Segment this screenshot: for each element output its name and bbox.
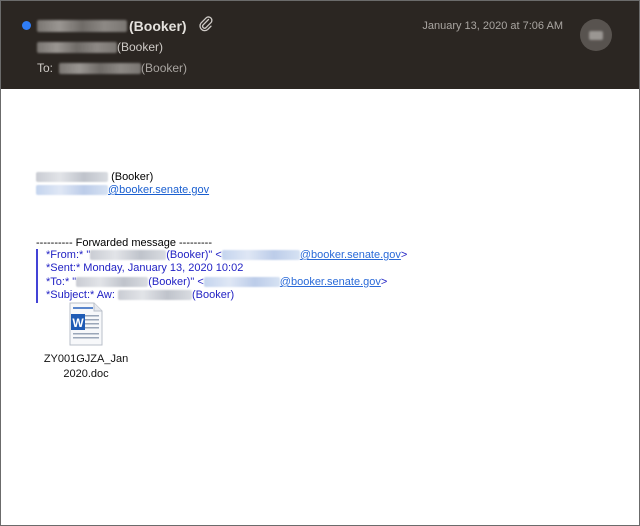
- forwarded-message-header: ---------- Forwarded message ---------: [36, 237, 212, 249]
- redacted-quoted-to-name: [76, 276, 149, 287]
- quoted-from-email-link[interactable]: @booker.senate.gov: [300, 249, 401, 261]
- redacted-sender-name: [37, 20, 127, 32]
- attachment-filename-line2: 2020.doc: [63, 368, 109, 380]
- sender-name[interactable]: (Booker): [129, 18, 187, 34]
- signature-name: (Booker): [111, 171, 154, 183]
- message-header: (Booker) January 13, 2020 at 7:06 AM (Bo…: [1, 1, 639, 89]
- from-row: (Booker): [37, 39, 163, 55]
- signature-email-link[interactable]: @booker.senate.gov: [108, 184, 209, 196]
- from-name[interactable]: (Booker): [117, 40, 163, 54]
- redacted-signature-name: [36, 172, 108, 183]
- quoted-sent-value: Monday, January 13, 2020 10:02: [80, 262, 244, 275]
- paperclip-icon[interactable]: [198, 15, 214, 33]
- redacted-quoted-to-email: [203, 276, 280, 287]
- quoted-sent-line: *Sent:* Monday, January 13, 2020 10:02: [46, 262, 407, 275]
- attachment-filename[interactable]: ZY001GJZA_Jan 2020.doc: [41, 352, 131, 382]
- quoted-subject-suffix: (Booker): [191, 289, 235, 302]
- to-name[interactable]: (Booker): [141, 61, 187, 75]
- redacted-quoted-from-email: [221, 250, 300, 261]
- quoted-from-name: (Booker)" <: [166, 249, 222, 261]
- word-document-icon[interactable]: W: [69, 302, 103, 346]
- quoted-subject-label: *Subject:*: [46, 289, 95, 302]
- quoted-sent-label: *Sent:*: [46, 262, 81, 275]
- redacted-from-name: [37, 41, 117, 53]
- signature-name-line: (Booker): [36, 171, 209, 184]
- mail-message-window: (Booker) January 13, 2020 at 7:06 AM (Bo…: [0, 0, 640, 526]
- quoted-subject-prefix: Aw:: [94, 289, 118, 302]
- signature-block: (Booker) @booker.senate.gov: [36, 171, 209, 197]
- message-body: (Booker) @booker.senate.gov ---------- F…: [1, 89, 639, 525]
- redacted-quoted-from-name: [90, 250, 167, 261]
- quoted-to-label: *To:*: [46, 275, 70, 288]
- quoted-from-close: >: [400, 249, 408, 261]
- redacted-avatar-initials: [589, 31, 603, 40]
- quoted-to-email-link[interactable]: @booker.senate.gov: [280, 276, 381, 288]
- signature-email-line: @booker.senate.gov: [36, 184, 209, 197]
- redacted-quoted-subject-name: [117, 290, 192, 301]
- quoted-from-open: ": [83, 249, 91, 261]
- to-row: To: (Booker): [37, 60, 187, 76]
- quoted-headers: *From:* " (Booker)" < @booker.senate.gov> …: [36, 249, 407, 303]
- to-label: To:: [37, 61, 54, 75]
- attachment-filename-line1: ZY001GJZA_Jan: [43, 353, 129, 365]
- quoted-to-open: ": [69, 275, 77, 288]
- sender-row: (Booker): [37, 17, 187, 35]
- redacted-signature-email: [36, 185, 108, 196]
- svg-text:W: W: [72, 316, 84, 330]
- quoted-subject-line: *Subject:* Aw: (Booker): [46, 289, 407, 302]
- quoted-from-line: *From:* " (Booker)" < @booker.senate.gov>: [46, 249, 407, 262]
- quoted-to-close: >: [380, 275, 388, 288]
- unread-indicator-icon[interactable]: [22, 21, 31, 30]
- redacted-to-name: [59, 62, 142, 74]
- quoted-to-line: *To:* " (Booker)" < @booker.senate.gov>: [46, 276, 407, 289]
- quoted-to-name: (Booker)" <: [148, 275, 204, 288]
- avatar[interactable]: [580, 19, 612, 51]
- message-date: January 13, 2020 at 7:06 AM: [422, 20, 563, 32]
- quoted-from-label: *From:*: [46, 249, 84, 261]
- attachment-item[interactable]: W ZY001GJZA_Jan 2020.doc: [41, 302, 131, 382]
